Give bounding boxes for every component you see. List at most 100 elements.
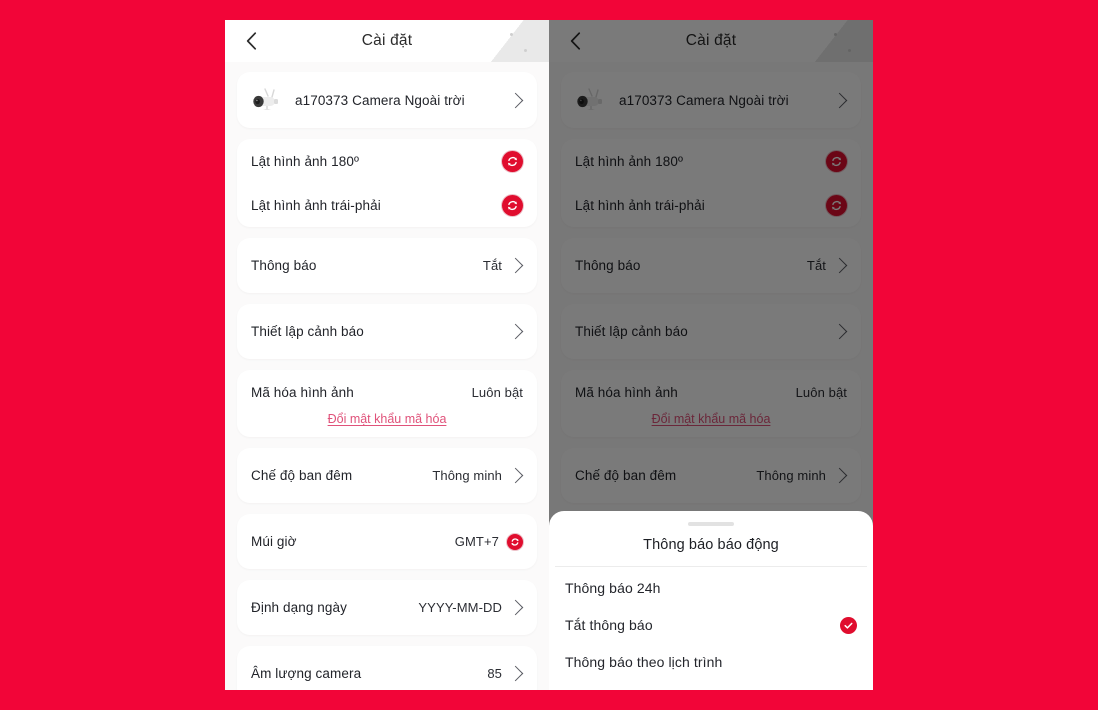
sheet-option-label: Thông báo theo lịch trình [565,654,723,670]
timezone-label: Múi giờ [251,534,297,549]
camera-volume-label: Âm lượng camera [251,666,362,681]
notification-value: Tắt [482,258,502,273]
encryption-value: Luôn bật [471,384,523,400]
flip-180-row: Lật hình ảnh 180º [561,139,861,183]
sheet-option-off[interactable]: Tắt thông báo [549,609,873,641]
sheet-option-label: Tắt thông báo [565,617,653,633]
chevron-right-icon [507,467,524,484]
device-name: a170373 Camera Ngoài trời [295,92,465,108]
sheet-option-24h[interactable]: Thông báo 24h [549,572,873,604]
night-mode-label: Chế độ ban đêm [251,468,353,483]
chevron-right-icon [507,92,524,108]
chevron-left-icon [570,32,581,50]
flip-mirror-label: Lật hình ảnh trái-phải [575,197,705,213]
chevron-right-icon [831,92,848,108]
outdoor-camera-icon [575,87,609,113]
alarm-setup-label: Thiết lập cảnh báo [575,324,688,339]
encryption-row: Mã hóa hình ảnh Luôn bật [561,370,861,414]
night-mode-card: Chế độ ban đêm Thông minh [561,448,861,503]
flip-card[interactable]: Lật hình ảnh 180º Lật hình ảnh trái-phải [237,139,537,227]
date-format-label: Định dạng ngày [251,600,347,615]
chevron-right-icon [507,665,524,682]
chevron-right-icon [507,599,524,616]
flip-180-label: Lật hình ảnh 180º [251,153,359,169]
date-format-value: YYYY-MM-DD [418,600,502,615]
night-mode-row: Chế độ ban đêm Thông minh [561,448,861,503]
chevron-left-icon [246,32,257,50]
sheet-option-schedule[interactable]: Thông báo theo lịch trình [549,646,873,678]
encryption-value: Luôn bật [795,384,847,400]
notification-label: Thông báo [575,258,641,273]
timezone-value: GMT+7 [454,534,499,549]
flip-mirror-row: Lật hình ảnh trái-phải [561,183,861,227]
camera-volume-row[interactable]: Âm lượng camera 85 [237,646,537,690]
notification-row: Thông báo Tắt [561,238,861,293]
settings-list[interactable]: a170373 Camera Ngoài trời Lật hình ảnh 1… [225,62,549,690]
date-format-card[interactable]: Định dạng ngày YYYY-MM-DD [237,580,537,635]
panel-content-left: Cài đặt a170373 Camera Ngoài trời Lật hì… [225,20,549,690]
change-encryption-password-link: Đổi mật khẩu mã hóa [651,412,771,426]
timezone-card[interactable]: Múi giờ GMT+7 [237,514,537,569]
encryption-card[interactable]: Mã hóa hình ảnh Luôn bật Đổi mật khẩu mã… [237,370,537,437]
change-password-row[interactable]: Đổi mật khẩu mã hóa [237,412,537,437]
encryption-label: Mã hóa hình ảnh [251,384,354,400]
page-title: Cài đặt [361,32,413,49]
flip-refresh-icon[interactable] [502,194,523,216]
device-card: a170373 Camera Ngoài trời [561,72,861,128]
alarm-setup-row: Thiết lập cảnh báo [561,304,861,359]
notification-card[interactable]: Thông báo Tắt [237,238,537,293]
notification-value: Tắt [806,258,826,273]
device-name: a170373 Camera Ngoài trời [619,92,789,108]
night-mode-card[interactable]: Chế độ ban đêm Thông minh [237,448,537,503]
encryption-row[interactable]: Mã hóa hình ảnh Luôn bật [237,370,537,414]
notification-card: Thông báo Tắt [561,238,861,293]
device-row: a170373 Camera Ngoài trời [561,72,861,128]
check-circle-icon [840,616,857,634]
encryption-card: Mã hóa hình ảnh Luôn bật Đổi mật khẩu mã… [561,370,861,437]
encryption-label: Mã hóa hình ảnh [575,384,678,400]
device-row[interactable]: a170373 Camera Ngoài trời [237,72,537,128]
app-stage: Cài đặt a170373 Camera Ngoài trời Lật hì… [0,0,1098,710]
change-encryption-password-link[interactable]: Đổi mật khẩu mã hóa [328,412,447,426]
alarm-setup-row[interactable]: Thiết lập cảnh báo [237,304,537,359]
night-mode-value: Thông minh [756,468,826,483]
page-title: Cài đặt [685,32,737,49]
change-password-row: Đổi mật khẩu mã hóa [561,412,861,437]
flip-refresh-icon[interactable] [507,533,523,550]
alarm-notification-sheet[interactable]: Thông báo báo động Thông báo 24h Tắt thô… [549,511,873,690]
back-button[interactable] [239,29,263,53]
alarm-setup-card[interactable]: Thiết lập cảnh báo [237,304,537,359]
flip-refresh-icon [826,194,847,216]
outdoor-camera-icon [251,87,285,113]
chevron-right-icon [507,257,524,274]
camera-volume-value: 85 [487,666,502,681]
settings-screen-left: Cài đặt a170373 Camera Ngoài trời Lật hì… [225,20,549,690]
back-button[interactable] [563,29,587,53]
flip-180-label: Lật hình ảnh 180º [575,153,683,169]
timezone-row[interactable]: Múi giờ GMT+7 [237,514,537,569]
night-mode-value: Thông minh [432,468,502,483]
night-mode-label: Chế độ ban đêm [575,468,677,483]
flip-mirror-row[interactable]: Lật hình ảnh trái-phải [237,183,537,227]
flip-mirror-label: Lật hình ảnh trái-phải [251,197,381,213]
flip-refresh-icon [826,150,847,172]
flip-card: Lật hình ảnh 180º Lật hình ảnh trái-phải [561,139,861,227]
chevron-right-icon [507,323,524,340]
notification-row[interactable]: Thông báo Tắt [237,238,537,293]
chevron-right-icon [831,467,848,484]
chevron-right-icon [831,323,848,340]
device-card[interactable]: a170373 Camera Ngoài trời [237,72,537,128]
date-format-row[interactable]: Định dạng ngày YYYY-MM-DD [237,580,537,635]
divider [555,566,867,567]
flip-180-row[interactable]: Lật hình ảnh 180º [237,139,537,183]
alarm-setup-label: Thiết lập cảnh báo [251,324,364,339]
sheet-title: Thông báo báo động [643,537,779,553]
flip-refresh-icon[interactable] [502,150,523,172]
nav-bar: Cài đặt [549,20,873,78]
notification-label: Thông báo [251,258,317,273]
alarm-setup-card: Thiết lập cảnh báo [561,304,861,359]
camera-volume-card[interactable]: Âm lượng camera 85 [237,646,537,690]
nav-bar: Cài đặt [225,20,549,78]
night-mode-row[interactable]: Chế độ ban đêm Thông minh [237,448,537,503]
chevron-right-icon [831,257,848,274]
